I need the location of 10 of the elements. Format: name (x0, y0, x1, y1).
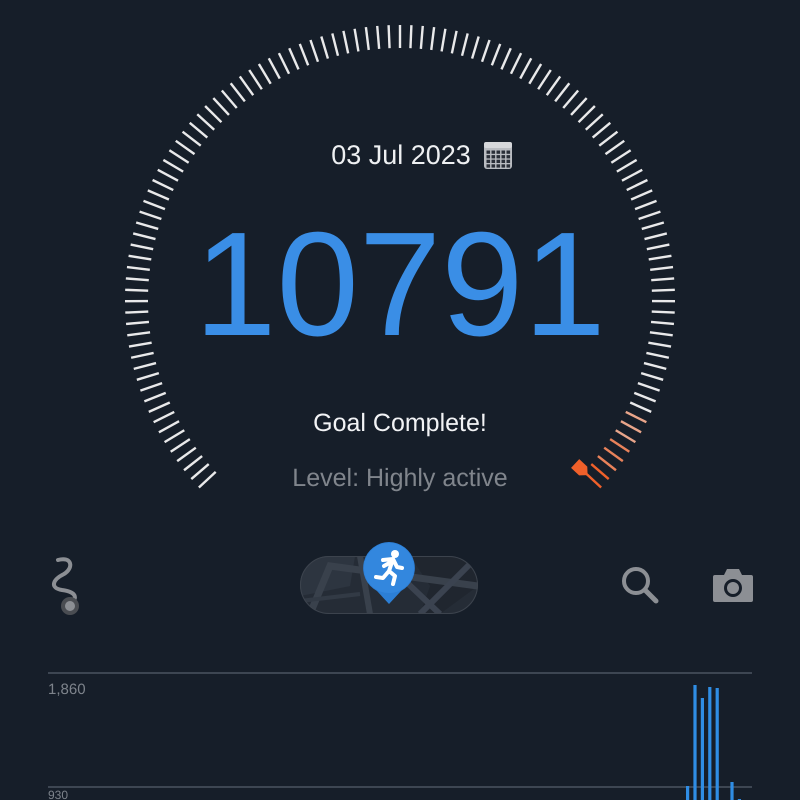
running-pin-icon[interactable] (361, 540, 417, 606)
search-icon[interactable] (620, 565, 660, 605)
step-count: 10791 (194, 210, 606, 360)
calendar-icon[interactable] (482, 140, 513, 170)
axis-label: 1,860 (48, 681, 86, 698)
date-label: 03 Jul 2023 (331, 140, 471, 170)
goal-status: Goal Complete! (313, 408, 487, 439)
axis-label: 930 (48, 788, 68, 800)
camera-icon[interactable] (712, 567, 754, 603)
activity-level: Level: Highly active (292, 463, 508, 494)
